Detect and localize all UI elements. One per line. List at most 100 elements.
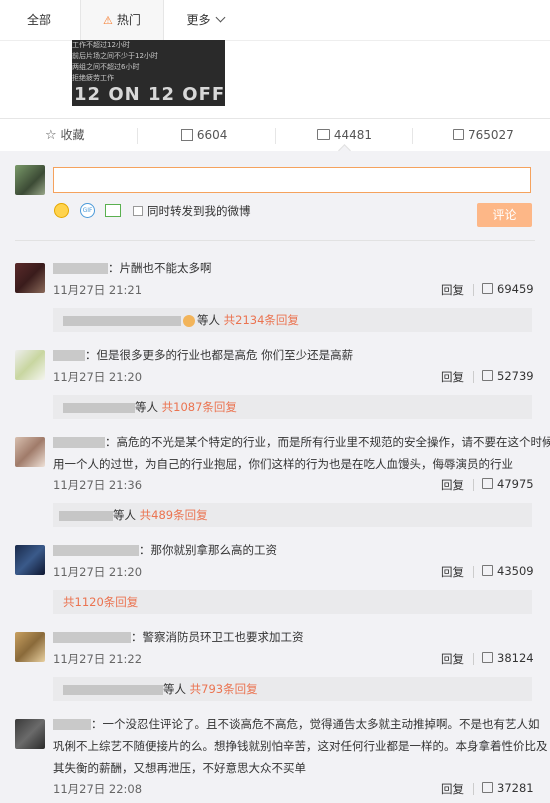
comment-text-line1: ：高危的不光是某个特定的行业，而是所有行业里不规范的安全操作，请不要在这个时候 <box>105 435 550 449</box>
flame-icon: ⚠ <box>103 14 113 27</box>
thumb-up-icon <box>482 565 493 576</box>
comment-text: ：警察消防员环卫工也要求加工资 <box>131 630 304 644</box>
comment-like-button[interactable]: 43509 <box>482 564 534 578</box>
comment-like-button[interactable]: 69459 <box>482 282 534 296</box>
reply-button[interactable]: 回复 <box>441 651 464 667</box>
comment-text-line1: ：一个没忍住评论了。且不谈高危不高危，觉得通告太多就主动推掉啊。不是也有艺人如 <box>91 717 540 731</box>
reply-count-link[interactable]: 共489条回复 <box>140 508 208 522</box>
comment-text-line2: 巩俐不上综艺不随便接片的么。想挣钱就别怕辛苦，这对任何行业都是一样的。本身拿着性… <box>53 739 548 753</box>
tab-more[interactable]: 更多 <box>178 0 232 40</box>
commenter-avatar[interactable] <box>15 632 45 662</box>
comment-like-count: 37281 <box>497 781 534 795</box>
commenter-name[interactable] <box>53 263 108 274</box>
submit-comment-button[interactable]: 评论 <box>477 203 532 227</box>
comment-like-button[interactable]: 52739 <box>482 369 534 383</box>
comment-time: 11月27日 21:36 <box>53 478 143 492</box>
top-tab-bar: 全部 ⚠ 热门 更多 <box>0 0 550 41</box>
comment-like-count: 69459 <box>497 282 534 296</box>
thumb-up-icon <box>482 782 493 793</box>
reply-summary-users: 等人 <box>197 313 220 327</box>
image-icon[interactable] <box>105 204 121 217</box>
commenter-name[interactable] <box>53 437 105 448</box>
star-icon: ☆ <box>45 128 57 143</box>
comment-body: ：高危的不光是某个特定的行业，而是所有行业里不规范的安全操作，请不要在这个时候 <box>53 431 550 453</box>
reply-count-link[interactable]: 共793条回复 <box>190 682 258 696</box>
chevron-down-icon <box>215 12 225 23</box>
comment-text-line3: 其失衡的薪酬，又想再泄压，不好意思大众不买单 <box>53 761 306 775</box>
reply-button[interactable]: 回复 <box>441 781 464 797</box>
thumb-up-icon <box>482 478 493 489</box>
reply-summary-users: 等人 <box>135 400 158 414</box>
comment-time: 11月27日 21:20 <box>53 565 143 579</box>
poster-line: 拒绝疲劳工作 <box>72 74 114 82</box>
reply-summary[interactable]: 等人 共1087条回复 <box>53 395 532 419</box>
poster-headline: 12 ON 12 OFF <box>74 84 225 105</box>
tab-hot-label: 热门 <box>116 13 141 27</box>
comment-like-count: 47975 <box>497 477 534 491</box>
commenter-name[interactable] <box>53 350 85 361</box>
comment-text: ：但是很多更多的行业也都是高危 你们至少还是高薪 <box>85 348 354 362</box>
thumb-up-icon <box>453 129 464 140</box>
reply-summary[interactable]: 等人 共2134条回复 <box>53 308 532 332</box>
commenter-avatar[interactable] <box>15 545 45 575</box>
repost-button[interactable]: 6604 <box>181 119 227 152</box>
comment-like-button[interactable]: 37281 <box>482 781 534 795</box>
sync-repost-label: 同时转发到我的微博 <box>147 204 251 218</box>
comment-body: ：一个没忍住评论了。且不谈高危不高危，觉得通告太多就主动推掉啊。不是也有艺人如 <box>53 713 540 735</box>
repost-count: 6604 <box>196 128 228 142</box>
comment-time: 11月27日 21:21 <box>53 283 143 297</box>
comment-input[interactable] <box>53 167 531 193</box>
commenter-avatar[interactable] <box>15 437 45 467</box>
thumb-up-icon <box>482 652 493 663</box>
commenter-avatar[interactable] <box>15 263 45 293</box>
thumb-up-icon <box>482 370 493 381</box>
sync-repost-checkbox[interactable] <box>133 206 143 216</box>
tab-all[interactable]: 全部 <box>14 0 64 40</box>
comment-like-count: 52739 <box>497 369 534 383</box>
repost-icon <box>181 128 193 141</box>
poster-line: 前后片场之间不少于12小时 <box>72 52 158 60</box>
reply-button[interactable]: 回复 <box>441 369 464 385</box>
reply-button[interactable]: 回复 <box>441 477 464 493</box>
post-action-bar: ☆ 收藏 6604 44481 765027 <box>0 118 550 153</box>
like-count: 765027 <box>468 128 514 142</box>
reply-button[interactable]: 回复 <box>441 282 464 298</box>
favorite-label: 收藏 <box>60 128 85 142</box>
reply-summary[interactable]: 等人 共489条回复 <box>53 503 532 527</box>
reply-summary-users: 等人 <box>163 682 186 696</box>
comment-text-line2: 用一个人的过世，为自己的行业抱屈，你们这样的行为也是在吃人血馒头，侮辱演员的行业 <box>53 457 513 471</box>
tab-hot[interactable]: ⚠ 热门 <box>80 0 164 40</box>
comment-count: 44481 <box>333 128 373 142</box>
comment-icon <box>317 129 330 140</box>
reply-count-link[interactable]: 共1120条回复 <box>63 595 138 609</box>
emoji-icon[interactable] <box>54 203 69 218</box>
comment-body: ：但是很多更多的行业也都是高危 你们至少还是高薪 <box>53 344 353 366</box>
comment-like-count: 38124 <box>497 651 534 665</box>
divider <box>15 240 535 241</box>
favorite-button[interactable]: ☆ 收藏 <box>45 119 85 152</box>
gif-icon[interactable]: GIF <box>80 203 95 218</box>
commenter-name[interactable] <box>53 632 131 643</box>
reply-button[interactable]: 回复 <box>441 564 464 580</box>
emoji-icon <box>183 314 195 327</box>
commenter-name[interactable] <box>53 545 139 556</box>
reply-summary-users: 等人 <box>113 508 136 522</box>
comment-time: 11月27日 21:20 <box>53 370 143 384</box>
comment-like-button[interactable]: 47975 <box>482 477 534 491</box>
post-image[interactable]: 工作不超过12小时 前后片场之间不少于12小时 两组之间不超过6小时 拒绝疲劳工… <box>72 40 225 106</box>
current-user-avatar <box>15 165 45 195</box>
thumb-up-icon <box>482 283 493 294</box>
commenter-name[interactable] <box>53 719 91 730</box>
commenter-avatar[interactable] <box>15 350 45 380</box>
commenter-avatar[interactable] <box>15 719 45 749</box>
tab-more-label: 更多 <box>186 13 211 27</box>
reply-summary[interactable]: 共1120条回复 <box>53 590 532 614</box>
comment-time: 11月27日 21:22 <box>53 652 143 666</box>
like-button[interactable]: 765027 <box>453 119 514 152</box>
reply-count-link[interactable]: 共2134条回复 <box>224 313 299 327</box>
comment-like-button[interactable]: 38124 <box>482 651 534 665</box>
reply-count-link[interactable]: 共1087条回复 <box>162 400 237 414</box>
reply-summary[interactable]: 等人 共793条回复 <box>53 677 532 701</box>
comment-text: ：那你就别拿那么高的工资 <box>139 543 277 557</box>
comment-body: ：片酬也不能太多啊 <box>53 257 212 279</box>
